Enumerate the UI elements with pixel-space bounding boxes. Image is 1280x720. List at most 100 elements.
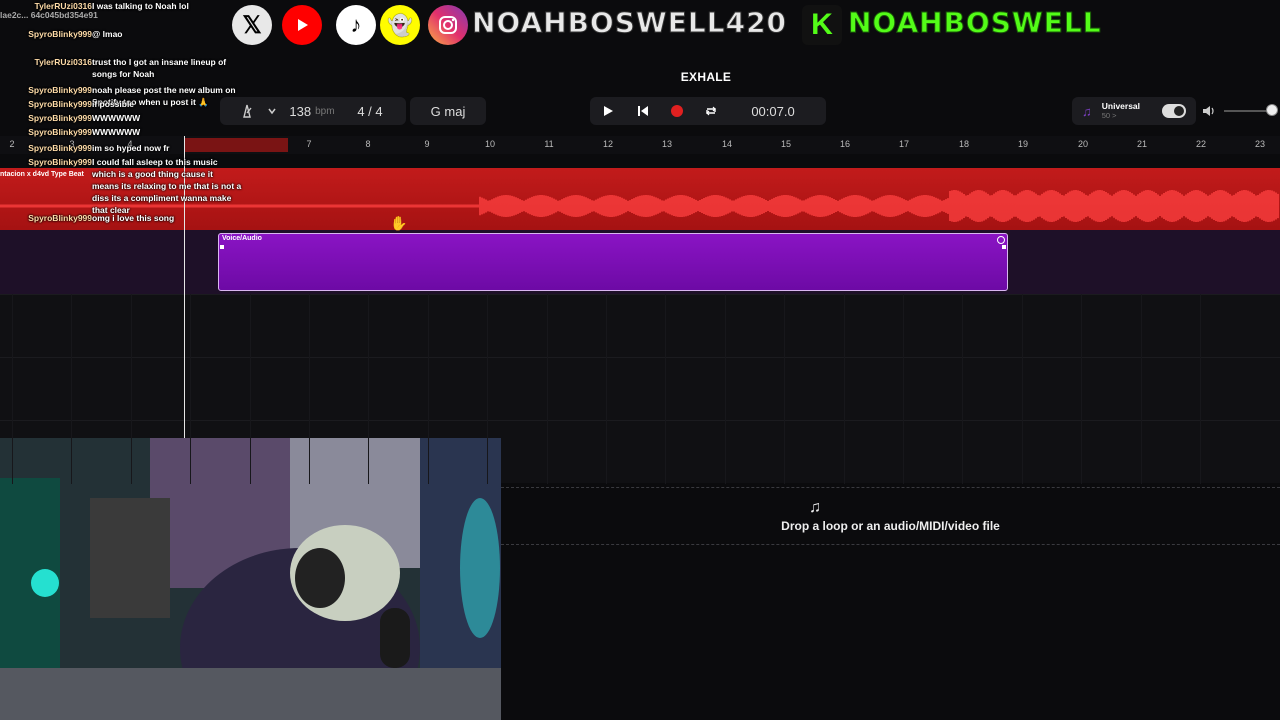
hand-cursor-icon: ✋ [390,215,408,231]
play-button[interactable] [590,97,626,125]
voice-clip-label: Voice/Audio [222,235,262,242]
youtube-icon [282,5,322,45]
volume-knob[interactable] [1266,104,1278,116]
chat-text: WWWWWW [92,113,141,123]
grid-line [427,294,429,484]
metronome-dropdown[interactable] [264,97,280,125]
bpm-field[interactable]: 138 bpm [280,97,344,125]
grid-line [843,294,845,484]
grid-line [1200,294,1201,484]
chat-username: SpyroBlinky999 [28,157,92,167]
tuner-toggle[interactable] [1162,104,1186,118]
record-button[interactable] [660,97,694,125]
speaker-icon [1203,106,1214,116]
key-selector[interactable]: G maj [410,97,486,125]
music-note-icon: ♫ [1082,103,1092,119]
grid-line [368,294,370,484]
clip-trim-left[interactable] [220,245,224,249]
ruler-tick: 17 [898,139,910,149]
grid-line [784,294,786,484]
socials-banner: 𝕏 ♪ 👻 NOAHBOSWELL420 K NOAHBOSWELL [232,0,1132,50]
grid-line [724,294,726,484]
chat-text: I could fall asleep to this music which … [92,157,242,215]
grid-line [71,294,73,484]
tempo-toolbar: 138 bpm 4 / 4 [220,97,406,125]
tuner-sub: 50 > [1101,111,1117,120]
grid-line [12,294,13,484]
ruler-tick: 14 [721,139,733,149]
chat-text: I was talking to Noah lol [92,1,189,11]
chevron-down-icon [268,108,276,115]
ruler-tick: 11 [544,139,554,149]
volume-slider[interactable] [1224,110,1272,112]
ruler-tick: 22 [1195,139,1207,149]
voice-audio-clip[interactable]: Voice/Audio [218,233,1008,291]
chat-username: SpyroBlinky999 [28,85,92,95]
drop-zone[interactable]: ♫ Drop a loop or an audio/MIDI/video fil… [501,487,1280,545]
chat-username: SpyroBlinky999 [28,127,92,137]
grid-line [606,294,607,484]
play-icon [604,106,613,116]
tuner-label: Universal [1101,101,1141,111]
chat-text: if possible [92,99,135,109]
chat-text: trust tho I got an insane lineup of song… [92,57,227,79]
tiktok-icon: ♪ [336,5,376,45]
record-icon [671,105,683,117]
chat-username: SpyroBlinky999 [28,99,92,109]
ruler-tick: 7 [306,139,312,149]
chat-username: SpyroBlinky999 [28,113,92,123]
grid-line [1140,294,1142,484]
chat-text: omg i love this song [92,213,175,223]
grid-line [249,294,251,484]
snapchat-icon: 👻 [380,5,420,45]
ruler-tick: 16 [839,139,851,149]
ruler-tick: 19 [1017,139,1029,149]
instagram-icon [428,5,468,45]
grid-line [190,294,192,484]
chat-text: im so hyped now fr [92,143,170,153]
grid-line [1021,294,1023,484]
grid-line [1081,294,1083,484]
grid-line [130,294,132,484]
loop-icon [706,106,716,116]
ruler-tick: 12 [602,139,614,149]
kick-icon: K [802,5,842,45]
time-display: 00:07.0 [751,103,795,119]
ruler-tick: 8 [365,139,371,149]
ruler-tick: 20 [1077,139,1089,149]
grid-line [546,294,548,484]
bpm-unit: bpm [315,105,335,117]
chat-username: TylerRUzi0316 [34,57,92,67]
grid-line [487,294,489,484]
chat-username: SpyroBlinky999 [28,143,92,153]
ruler-tick: 23 [1254,139,1266,149]
skip-back-icon [638,106,648,116]
volume-button[interactable] [1202,104,1216,123]
ruler-tick: 18 [958,139,970,149]
empty-track-2[interactable] [0,357,1280,420]
drop-zone-text: Drop a loop or an audio/MIDI/video file [781,519,1000,533]
ruler-tick: 9 [424,139,430,149]
grid-line [903,294,904,484]
grid-line [665,294,667,484]
stream-chat: lae2c... 64c045bd354e91 TylerRUzi0316 I w… [0,0,241,230]
bpm-value: 138 [289,103,312,119]
ruler-tick: 21 [1136,139,1148,149]
add-music-icon: ♫ [809,499,821,516]
chat-username: TylerRUzi0316 [34,1,92,11]
chat-username: SpyroBlinky999 [28,29,92,39]
social-handle: NOAHBOSWELL420 [471,6,788,40]
clip-loop-handle[interactable] [997,236,1005,244]
kick-handle: NOAHBOSWELL [848,6,1102,40]
ruler-tick: 13 [661,139,673,149]
ruler-tick: 15 [780,139,792,149]
clip-trim-right[interactable] [1002,245,1006,249]
chat-text: @ lmao [92,29,123,39]
loop-button[interactable] [694,97,728,125]
grid-line [962,294,964,484]
time-signature[interactable]: 4 / 4 [344,97,396,125]
transport-bar: 00:07.0 [590,97,826,125]
empty-track-1[interactable] [0,294,1280,357]
rewind-button[interactable] [626,97,660,125]
chat-username: SpyroBlinky999 [28,213,92,223]
